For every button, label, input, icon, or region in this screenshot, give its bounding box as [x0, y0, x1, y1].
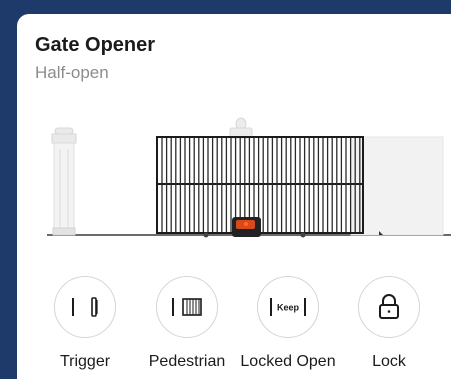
lock-label: Lock — [372, 353, 406, 370]
locked-open-label: Locked Open — [240, 353, 336, 370]
gate-opener-card: Gate Opener Half-open Trigger Pedestrian… — [17, 14, 451, 379]
middle-pillar — [229, 117, 253, 139]
trigger-label: Trigger — [59, 353, 111, 370]
trigger-icon — [54, 276, 116, 338]
lock-icon — [358, 276, 420, 338]
right-wall — [350, 136, 444, 236]
keep-open-icon: Keep — [257, 276, 319, 338]
pedestrian-button[interactable]: Pedestrian — [132, 276, 242, 371]
keep-icon-text: Keep — [277, 303, 300, 313]
gate-actions: Trigger Pedestrian Keep Locked Open Lock — [17, 276, 451, 376]
device-title: Gate Opener — [35, 34, 156, 56]
gate-motor — [232, 217, 261, 237]
gate-illustration — [47, 117, 451, 238]
lock-button[interactable]: Lock — [334, 276, 444, 371]
gate-wheel — [300, 232, 306, 238]
gate-status: Half-open — [35, 63, 109, 82]
left-pillar — [51, 127, 77, 236]
gate-wheel — [203, 232, 209, 238]
pedestrian-icon — [156, 276, 218, 338]
locked-open-button[interactable]: Keep Locked Open — [233, 276, 343, 371]
trigger-button[interactable]: Trigger — [30, 276, 140, 371]
pedestrian-label: Pedestrian — [148, 353, 226, 370]
